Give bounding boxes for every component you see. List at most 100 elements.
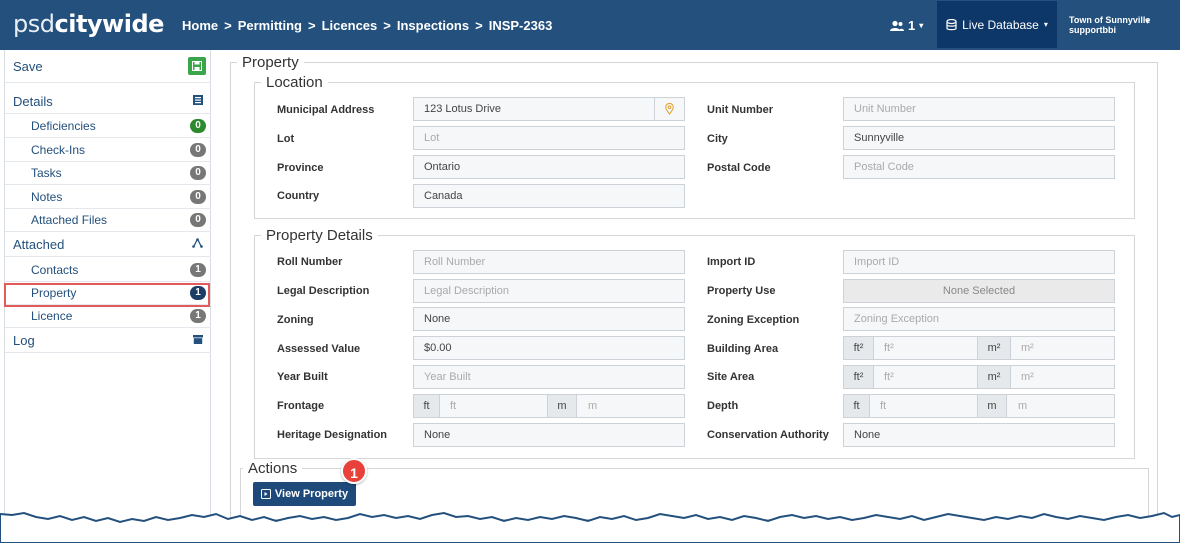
- location-title: Location: [266, 74, 323, 91]
- count-badge: 0: [190, 142, 206, 157]
- sidebar-log-label: Log: [13, 333, 35, 348]
- list-icon: [193, 90, 203, 114]
- assessed-value-field[interactable]: $0.00: [413, 336, 685, 360]
- heritage-designation-field[interactable]: None: [413, 423, 685, 447]
- ft-input[interactable]: ft: [450, 395, 456, 417]
- archive-icon: [193, 329, 203, 353]
- unit-m2: m²: [977, 366, 1011, 388]
- province-field[interactable]: Ontario: [413, 155, 685, 179]
- chevron-down-icon: ▾: [919, 21, 924, 30]
- municipal-address-label: Municipal Address: [277, 104, 375, 116]
- building-area-label: Building Area: [707, 343, 779, 355]
- breadcrumb-separator: >: [383, 18, 391, 33]
- view-property-button[interactable]: View Property: [253, 482, 356, 506]
- m2-input[interactable]: m²: [1021, 337, 1034, 359]
- frontage-field[interactable]: ft ft m m: [413, 394, 685, 418]
- postal-code-label: Postal Code: [707, 162, 771, 174]
- app-logo[interactable]: psdcitywide: [13, 10, 164, 38]
- depth-field[interactable]: ft ft m m: [843, 394, 1115, 418]
- sidebar-item-property[interactable]: Property 1: [5, 282, 211, 305]
- building-area-field[interactable]: ft² ft² m² m²: [843, 336, 1115, 360]
- m2-input[interactable]: m²: [1021, 366, 1034, 388]
- sidebar: Save Details Deficiencies 0 Check-Ins 0 …: [4, 50, 211, 520]
- conservation-authority-field[interactable]: None: [843, 423, 1115, 447]
- chevron-down-icon: ▾: [1043, 20, 1048, 29]
- unit-ft: ft: [414, 395, 440, 417]
- roll-number-field[interactable]: Roll Number: [413, 250, 685, 274]
- sidebar-item-label: Deficiencies: [31, 119, 96, 133]
- sidebar-save-label: Save: [13, 59, 43, 74]
- unit-number-label: Unit Number: [707, 104, 773, 116]
- sidebar-item-label: Notes: [31, 190, 63, 204]
- users-count: 1: [908, 18, 916, 33]
- zoning-exception-label: Zoning Exception: [707, 314, 800, 326]
- province-label: Province: [277, 162, 324, 174]
- chevron-down-icon[interactable]: ▾: [1145, 16, 1150, 27]
- sidebar-item-attached-files[interactable]: Attached Files 0: [5, 209, 211, 232]
- sidebar-item-tasks[interactable]: Tasks 0: [5, 162, 211, 185]
- database-selector[interactable]: Live Database ▾: [937, 1, 1057, 48]
- property-use-label: Property Use: [707, 285, 776, 297]
- unit-number-field[interactable]: Unit Number: [843, 97, 1115, 121]
- sidebar-log[interactable]: Log: [5, 329, 211, 353]
- sidebar-details-label: Details: [13, 94, 53, 109]
- assessed-value-label: Assessed Value: [277, 343, 361, 355]
- property-use-select[interactable]: None Selected: [843, 279, 1115, 303]
- zoning-field[interactable]: None: [413, 307, 685, 331]
- m-input[interactable]: m: [1018, 395, 1027, 417]
- count-badge: 1: [190, 286, 206, 300]
- m-input[interactable]: m: [588, 395, 597, 417]
- lot-label: Lot: [277, 133, 295, 145]
- breadcrumb-inspections[interactable]: Inspections: [397, 18, 469, 33]
- unit-m2: m²: [977, 337, 1011, 359]
- city-label: City: [707, 133, 728, 145]
- sidebar-item-licence[interactable]: Licence 1: [5, 305, 211, 328]
- ft2-input[interactable]: ft²: [884, 337, 894, 359]
- external-view-icon: [260, 489, 271, 499]
- site-area-field[interactable]: ft² ft² m² m²: [843, 365, 1115, 389]
- sidebar-details[interactable]: Details: [5, 90, 211, 114]
- lot-field[interactable]: Lot: [413, 126, 685, 150]
- frontage-label: Frontage: [277, 400, 325, 412]
- country-field[interactable]: Canada: [413, 184, 685, 208]
- ft-input[interactable]: ft: [880, 395, 886, 417]
- city-field[interactable]: Sunnyville: [843, 126, 1115, 150]
- year-built-field[interactable]: Year Built: [413, 365, 685, 389]
- sidebar-item-label: Check-Ins: [31, 143, 86, 157]
- sidebar-item-contacts[interactable]: Contacts 1: [5, 258, 211, 282]
- count-badge: 0: [190, 166, 206, 180]
- count-badge: 0: [190, 213, 206, 227]
- postal-code-field[interactable]: Postal Code: [843, 155, 1115, 179]
- conservation-authority-label: Conservation Authority: [707, 429, 829, 441]
- view-property-label: View Property: [274, 488, 349, 500]
- municipal-address-value: 123 Lotus Drive: [424, 103, 502, 115]
- import-id-field[interactable]: Import ID: [843, 250, 1115, 274]
- account-menu[interactable]: Town of Sunnyville supportbbi: [1069, 15, 1150, 35]
- sidebar-attached[interactable]: Attached: [5, 233, 211, 257]
- unit-m: m: [547, 395, 577, 417]
- breadcrumb-separator: >: [308, 18, 316, 33]
- logo-text-thin: psd: [13, 10, 55, 38]
- sidebar-item-checkins[interactable]: Check-Ins 0: [5, 138, 211, 162]
- users-dropdown[interactable]: 1 ▾: [890, 18, 923, 33]
- breadcrumb-home[interactable]: Home: [182, 18, 218, 33]
- ft2-input[interactable]: ft²: [884, 366, 894, 388]
- sidebar-item-deficiencies[interactable]: Deficiencies 0: [5, 115, 211, 138]
- sidebar-save[interactable]: Save: [5, 50, 211, 83]
- breadcrumb-separator: >: [475, 18, 483, 33]
- user-name: supportbbi: [1069, 25, 1116, 35]
- sidebar-item-label: Tasks: [31, 166, 62, 180]
- zoning-exception-field[interactable]: Zoning Exception: [843, 307, 1115, 331]
- breadcrumb-permitting[interactable]: Permitting: [238, 18, 302, 33]
- sidebar-item-label: Licence: [31, 309, 73, 323]
- zoning-label: Zoning: [277, 314, 314, 326]
- unit-ft2: ft²: [844, 366, 874, 388]
- map-pin-icon[interactable]: [654, 98, 684, 120]
- sidebar-item-notes[interactable]: Notes 0: [5, 185, 211, 209]
- save-icon[interactable]: [188, 57, 206, 75]
- legal-description-field[interactable]: Legal Description: [413, 279, 685, 303]
- breadcrumb-licences[interactable]: Licences: [322, 18, 378, 33]
- municipal-address-field[interactable]: 123 Lotus Drive: [413, 97, 685, 121]
- town-name: Town of Sunnyville: [1069, 15, 1151, 25]
- site-area-label: Site Area: [707, 371, 755, 383]
